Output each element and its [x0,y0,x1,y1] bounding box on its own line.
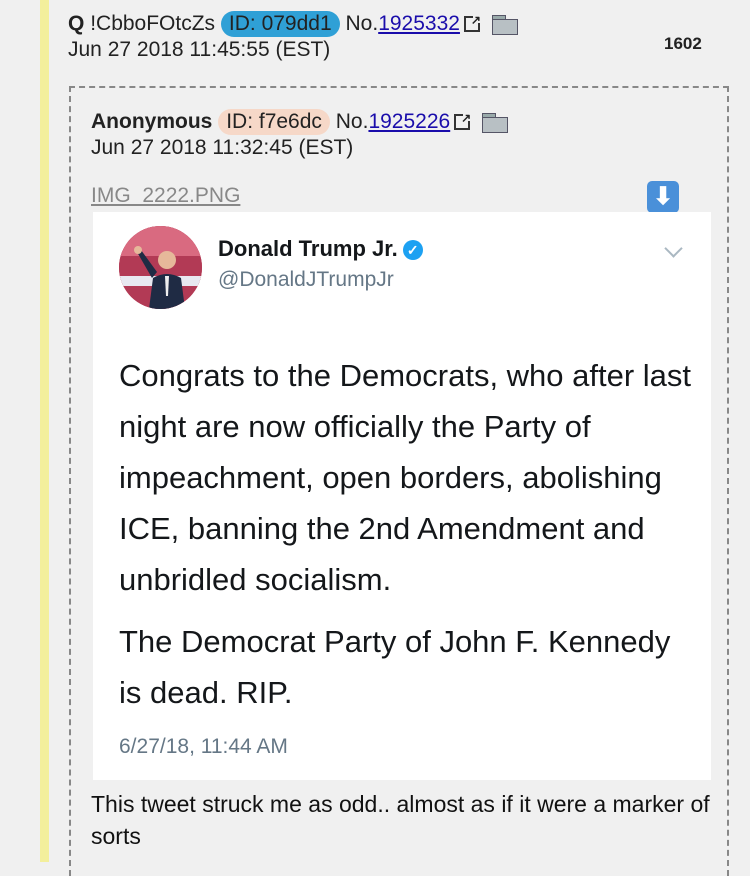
tweet-paragraph: Congrats to the Democrats, who after las… [119,358,692,597]
folder-icon[interactable] [491,15,518,35]
folder-icon[interactable] [482,113,509,133]
reply-date: Jun 27 2018 11:32:45 (EST) [91,136,354,159]
tweet-display-name: Donald Trump Jr. ✓ [218,236,423,262]
poster-id-badge[interactable]: ID: 079dd1 [220,11,340,37]
chevron-down-icon[interactable] [664,239,683,258]
avatar [119,226,202,309]
tweet-screenshot: Donald Trump Jr. ✓ @DonaldJTrumpJr Congra… [93,212,711,780]
post-count: 1602 [664,34,702,53]
post-highlight-bar [40,0,49,862]
image-file-link[interactable]: IMG_2222.PNG [91,184,240,208]
tweet-timestamp: 6/27/18, 11:44 AM [119,735,288,758]
post-no-prefix: No. [345,12,379,35]
quoted-reply: Anonymous ID: f7e6dc No.1925226 ↗ Jun 27 … [69,86,729,876]
reply-comment: This tweet struck me as odd.. almost as … [91,791,710,849]
verified-badge-icon: ✓ [402,240,423,260]
tweet-handle: @DonaldJTrumpJr [218,268,394,291]
reply-number-link[interactable]: 1925226 [368,110,450,133]
post-date: Jun 27 2018 11:45:55 (EST) [68,38,331,61]
reply-header: Anonymous ID: f7e6dc No.1925226 ↗ [91,108,509,136]
external-link-icon[interactable]: ↗ [463,14,481,32]
external-link-icon[interactable]: ↗ [454,112,472,130]
post-header: Q !CbboFOtcZs ID: 079dd1 No.1925332 ↗ [68,10,518,38]
reply-id-badge[interactable]: ID: f7e6dc [218,109,330,135]
reply-no-prefix: No. [335,110,369,133]
tweet-paragraph: The Democrat Party of John F. Kennedy is… [119,624,671,710]
download-icon[interactable]: ⬇ [647,181,679,213]
tweet-display-name-text: Donald Trump Jr. [218,236,398,261]
poster-tripcode: !CbboFOtcZs [90,12,216,35]
poster-name: Q [68,12,85,35]
tweet-body: Congrats to the Democrats, who after las… [119,350,699,729]
reply-poster-name: Anonymous [91,110,213,133]
post-number-link[interactable]: 1925332 [378,12,460,35]
